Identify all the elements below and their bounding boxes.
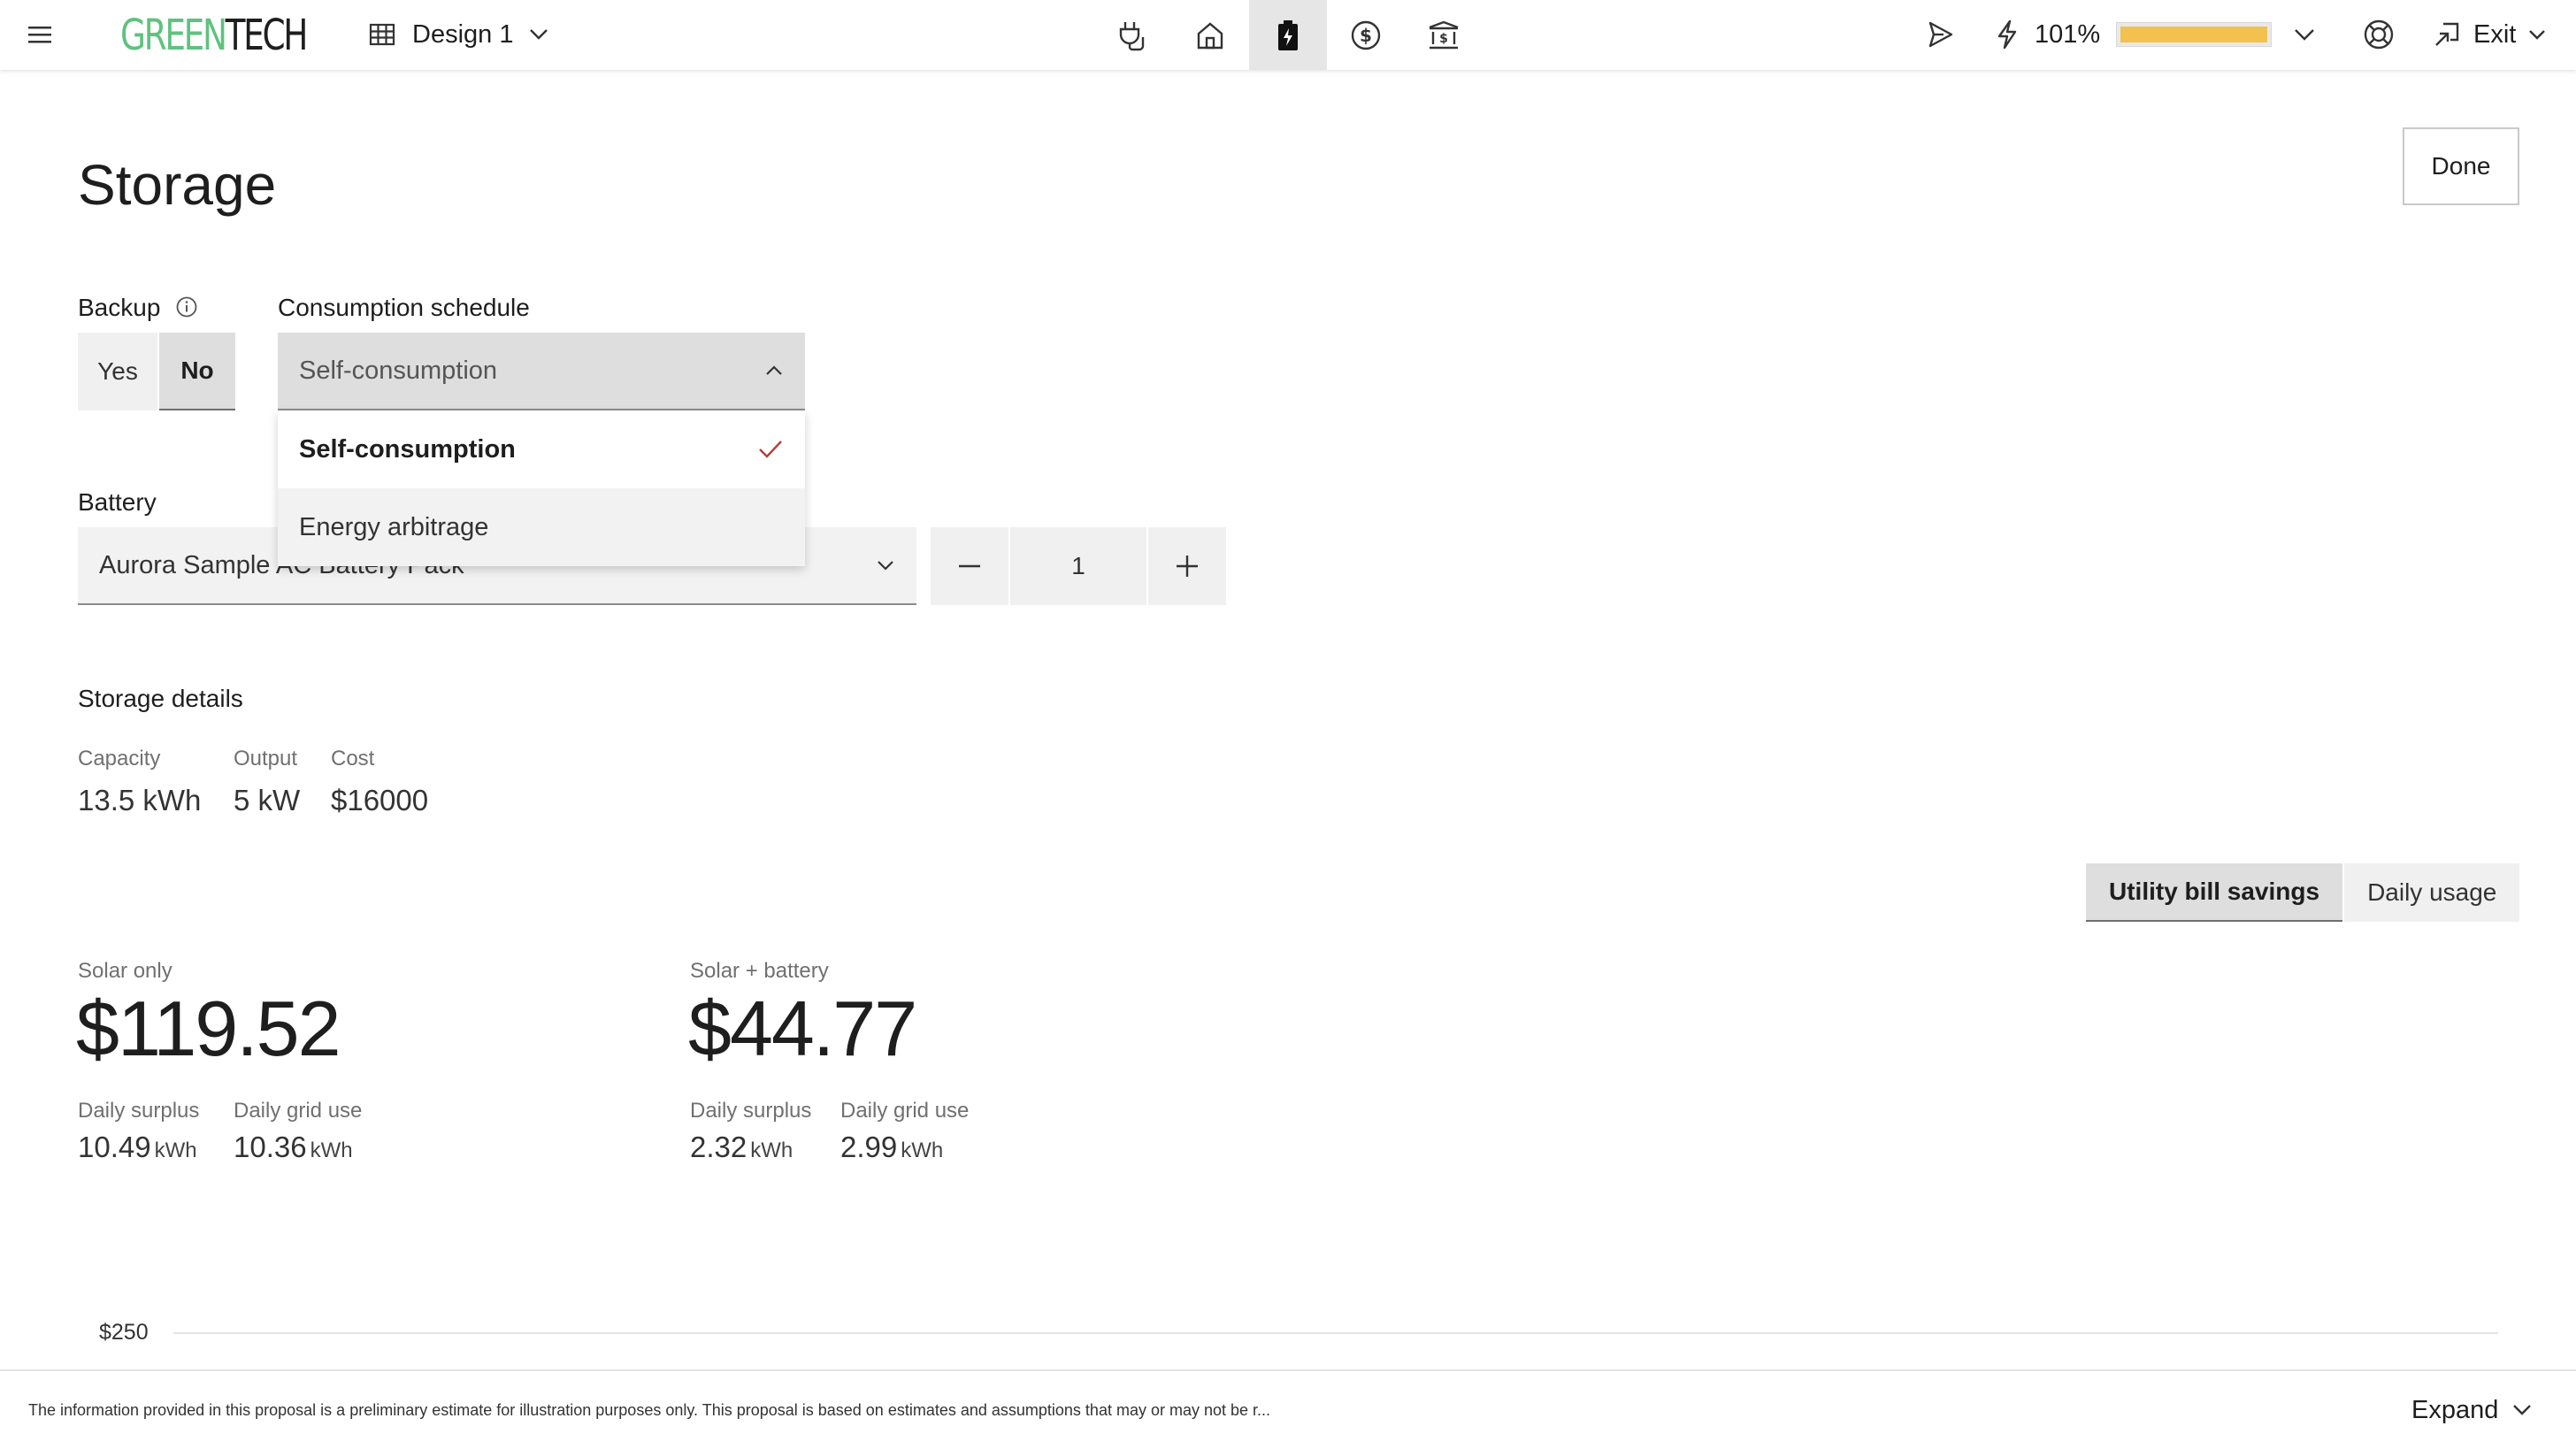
- solar-only-grid-label: Daily grid use: [234, 1099, 363, 1123]
- consumption-schedule-value: Self-consumption: [299, 356, 498, 385]
- production-dropdown-button[interactable]: [2282, 12, 2327, 57]
- output-value: 5 kW: [234, 784, 301, 816]
- svg-text:$: $: [1360, 25, 1372, 46]
- lightning-icon: [1997, 19, 2017, 50]
- checkmark-icon: [759, 441, 782, 458]
- solar-only-surplus-label: Daily surplus: [78, 1099, 200, 1123]
- design-selector[interactable]: Design 1: [368, 12, 548, 57]
- nav-tab-incentives[interactable]: $: [1405, 0, 1483, 70]
- cost-label: Cost: [331, 747, 375, 770]
- chevron-down-icon: [878, 561, 893, 571]
- increment-button[interactable]: [1148, 527, 1226, 605]
- solar-only-label: Solar only: [78, 959, 172, 983]
- cost-value: $16000: [331, 784, 429, 816]
- nav-tab-electrical[interactable]: [1093, 0, 1171, 70]
- logo-text-green: GREEN: [120, 11, 227, 60]
- logo: GREEN TECH: [120, 11, 309, 60]
- unit: kWh: [310, 1138, 353, 1162]
- surplus-value: 2.32: [690, 1131, 748, 1163]
- decrement-button[interactable]: [931, 527, 1008, 605]
- bank-icon: $: [1429, 20, 1459, 49]
- nav-tab-home[interactable]: [1171, 0, 1249, 70]
- production-bar-fill: [2120, 27, 2268, 42]
- help-icon[interactable]: [2357, 12, 2401, 57]
- disclaimer-text: The information provided in this proposa…: [28, 1401, 1271, 1419]
- unit: kWh: [154, 1138, 197, 1162]
- exit-icon: [2435, 22, 2459, 46]
- menu-icon[interactable]: [18, 12, 62, 57]
- chevron-down-icon: [530, 29, 548, 40]
- tab-daily-usage[interactable]: Daily usage: [2344, 863, 2520, 922]
- chart-view-tabs: Utility bill savings Daily usage: [2086, 863, 2520, 922]
- expand-button[interactable]: Expand: [2411, 1391, 2532, 1430]
- chevron-up-icon: [766, 365, 782, 375]
- battery-label: Battery: [78, 488, 157, 516]
- production-indicator[interactable]: 101%: [1996, 12, 2273, 57]
- disclaimer-footer: The information provided in this proposa…: [0, 1369, 2576, 1449]
- house-icon: [1197, 21, 1223, 49]
- top-bar: GREEN TECH Design 1 $ $ 101% Exit: [0, 0, 2576, 70]
- tab-utility-bill-savings[interactable]: Utility bill savings: [2086, 863, 2343, 922]
- send-icon[interactable]: [1918, 12, 1962, 57]
- solar-only-amount: $119.52: [76, 985, 341, 1072]
- minus-icon: [959, 564, 980, 568]
- option-energy-arbitrage[interactable]: Energy arbitrage: [278, 488, 805, 566]
- grid-value: 2.99: [840, 1131, 898, 1163]
- y-axis-tick-label: $250: [99, 1320, 149, 1345]
- design-label: Design 1: [412, 19, 514, 49]
- exit-button[interactable]: Exit: [2433, 12, 2546, 57]
- option-label: Energy arbitrage: [299, 512, 489, 541]
- grid-icon: [369, 23, 395, 46]
- quantity-value[interactable]: 1: [1010, 527, 1146, 605]
- page-title: Storage: [78, 153, 277, 217]
- production-bar: [2116, 22, 2273, 47]
- chevron-down-icon: [2529, 30, 2546, 40]
- solar-battery-surplus-label: Daily surplus: [690, 1099, 812, 1123]
- info-icon[interactable]: [175, 295, 198, 318]
- consumption-schedule-label: Consumption schedule: [278, 294, 530, 321]
- chevron-down-icon: [2295, 29, 2314, 41]
- solar-battery-grid-label: Daily grid use: [840, 1099, 970, 1123]
- done-button[interactable]: Done: [2403, 127, 2519, 205]
- consumption-schedule-dropdown: Self-consumption Energy arbitrage: [278, 410, 805, 566]
- capacity-label: Capacity: [78, 747, 161, 770]
- backup-no-button[interactable]: No: [159, 333, 235, 410]
- option-label: Self-consumption: [299, 434, 516, 464]
- surplus-value: 10.49: [78, 1131, 151, 1163]
- solar-only-grid: 10.36 kWh: [234, 1131, 353, 1164]
- consumption-schedule-select[interactable]: Self-consumption: [278, 333, 805, 410]
- unit: kWh: [901, 1138, 944, 1162]
- logo-text-dark: TECH: [225, 11, 309, 60]
- battery-icon: [1278, 19, 1298, 50]
- expand-label: Expand: [2411, 1395, 2499, 1424]
- plug-icon: [1119, 21, 1145, 50]
- solar-battery-surplus: 2.32 kWh: [690, 1131, 793, 1164]
- storage-details-heading: Storage details: [78, 685, 243, 712]
- production-percent: 101%: [2035, 19, 2101, 49]
- solar-only-surplus: 10.49 kWh: [78, 1131, 197, 1164]
- output-label: Output: [234, 747, 298, 770]
- backup-yes-button[interactable]: Yes: [78, 333, 157, 410]
- svg-text:$: $: [1439, 32, 1448, 46]
- battery-quantity-stepper: 1: [931, 527, 1226, 605]
- solar-battery-label: Solar + battery: [690, 959, 829, 983]
- backup-toggle: Yes No: [78, 333, 235, 410]
- plus-icon: [1177, 556, 1198, 577]
- solar-battery-grid: 2.99 kWh: [840, 1131, 943, 1164]
- solar-battery-amount: $44.77: [688, 985, 917, 1072]
- grid-value: 10.36: [234, 1131, 307, 1163]
- chevron-down-icon: [2513, 1405, 2532, 1415]
- backup-label: Backup: [78, 294, 161, 321]
- dollar-circle-icon: $: [1351, 20, 1381, 50]
- unit: kWh: [750, 1138, 794, 1162]
- option-self-consumption[interactable]: Self-consumption: [278, 410, 805, 488]
- chart-gridline: [173, 1332, 2498, 1334]
- nav-tab-financing[interactable]: $: [1327, 0, 1405, 70]
- nav-tab-storage[interactable]: [1249, 0, 1327, 70]
- capacity-value: 13.5 kWh: [78, 784, 202, 816]
- exit-label: Exit: [2473, 19, 2517, 49]
